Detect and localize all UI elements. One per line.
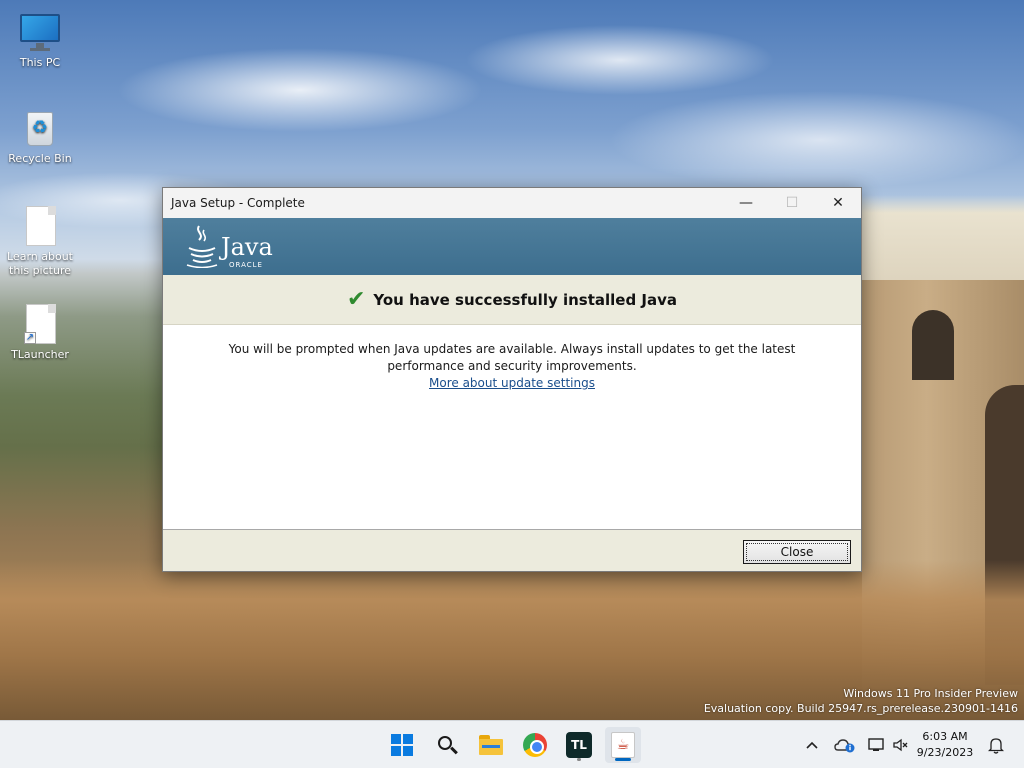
oracle-wordmark: ORACLE: [229, 261, 263, 269]
watermark-line-2: Evaluation copy. Build 25947.rs_prerelea…: [703, 702, 1018, 715]
active-indicator: [615, 758, 631, 761]
monitor-icon: [18, 10, 62, 54]
desktop-icon-label: Recycle Bin: [8, 152, 72, 165]
recycle-bin-icon: ♻: [18, 106, 62, 150]
desktop-icon-label: TLauncher: [11, 348, 69, 361]
chevron-up-icon: [806, 741, 818, 749]
wallpaper-town: [862, 195, 1024, 285]
bell-icon: [988, 738, 1004, 754]
network-tray-button[interactable]: [864, 721, 890, 768]
install-status-text: You have successfully installed Java: [373, 290, 678, 309]
chrome-button[interactable]: [517, 727, 553, 763]
volume-muted-icon: [893, 738, 908, 752]
desktop-icon-recycle-bin[interactable]: ♻ Recycle Bin: [2, 106, 78, 166]
java-cup-icon: [186, 225, 218, 268]
update-settings-link[interactable]: More about update settings: [429, 375, 595, 392]
desktop-icon-label: This PC: [19, 56, 61, 69]
windows-start-icon: [391, 734, 413, 756]
install-status: ✔ You have successfully installed Java: [163, 275, 861, 325]
running-indicator: [577, 758, 581, 761]
dialog-titlebar[interactable]: Java Setup - Complete — ☐ ✕: [163, 188, 861, 218]
volume-tray-button[interactable]: [890, 721, 912, 768]
document-icon: [18, 204, 62, 248]
chrome-icon: [523, 733, 547, 757]
tlauncher-button[interactable]: TL: [561, 727, 597, 763]
java-setup-taskbar-button[interactable]: ☕: [605, 727, 641, 763]
clock-time: 6:03 AM: [922, 730, 968, 743]
minimize-icon: —: [739, 195, 753, 211]
maximize-icon: ☐: [785, 195, 799, 211]
show-hidden-icons-button[interactable]: [800, 721, 824, 768]
onedrive-tray-button[interactable]: [832, 721, 858, 768]
start-button[interactable]: [384, 727, 420, 763]
close-window-button[interactable]: ✕: [815, 188, 861, 218]
cloud-info-icon: [834, 739, 855, 753]
java-logo: Java ORACLE: [185, 224, 275, 270]
wallpaper-bridge-arch: [912, 310, 954, 380]
shortcut-document-icon: ↗: [18, 302, 62, 346]
taskbar: TL ☕ 6:03 AM 9/23/2023: [0, 720, 1024, 768]
clock-date: 9/23/2023: [916, 746, 974, 759]
maximize-button: ☐: [769, 188, 815, 218]
watermark-line-1: Windows 11 Pro Insider Preview: [843, 687, 1018, 700]
notifications-button[interactable]: [984, 721, 1008, 768]
folder-icon: [479, 735, 503, 755]
dialog-title: Java Setup - Complete: [171, 196, 305, 210]
tlauncher-icon: TL: [566, 732, 592, 758]
clock[interactable]: 6:03 AM 9/23/2023: [910, 729, 980, 761]
windows-watermark: Windows 11 Pro Insider Preview Evaluatio…: [704, 686, 1018, 716]
desktop-icon-tlauncher[interactable]: ↗ TLauncher: [2, 302, 78, 362]
close-button[interactable]: Close: [743, 540, 851, 564]
desktop-icon-this-pc[interactable]: This PC: [2, 10, 78, 70]
java-icon: ☕: [611, 732, 635, 758]
search-button[interactable]: [429, 727, 465, 763]
java-banner: Java ORACLE: [163, 218, 861, 275]
dialog-footer: Close: [163, 529, 861, 571]
java-wordmark: Java: [221, 233, 273, 261]
desktop-icon-label: Learn about this picture: [7, 250, 73, 277]
search-icon: [437, 735, 458, 755]
update-message: You will be prompted when Java updates a…: [228, 342, 796, 373]
file-explorer-button[interactable]: [473, 727, 509, 763]
desktop-icon-learn-about-picture[interactable]: Learn about this picture: [2, 204, 78, 278]
java-setup-dialog: Java Setup - Complete — ☐ ✕ Java ORACLE …: [162, 187, 862, 572]
shortcut-arrow-icon: ↗: [24, 332, 36, 344]
minimize-button[interactable]: —: [723, 188, 769, 218]
network-icon: [868, 738, 884, 751]
checkmark-icon: ✔: [346, 286, 366, 312]
dialog-content: You will be prompted when Java updates a…: [163, 326, 861, 529]
close-icon: ✕: [832, 195, 844, 211]
